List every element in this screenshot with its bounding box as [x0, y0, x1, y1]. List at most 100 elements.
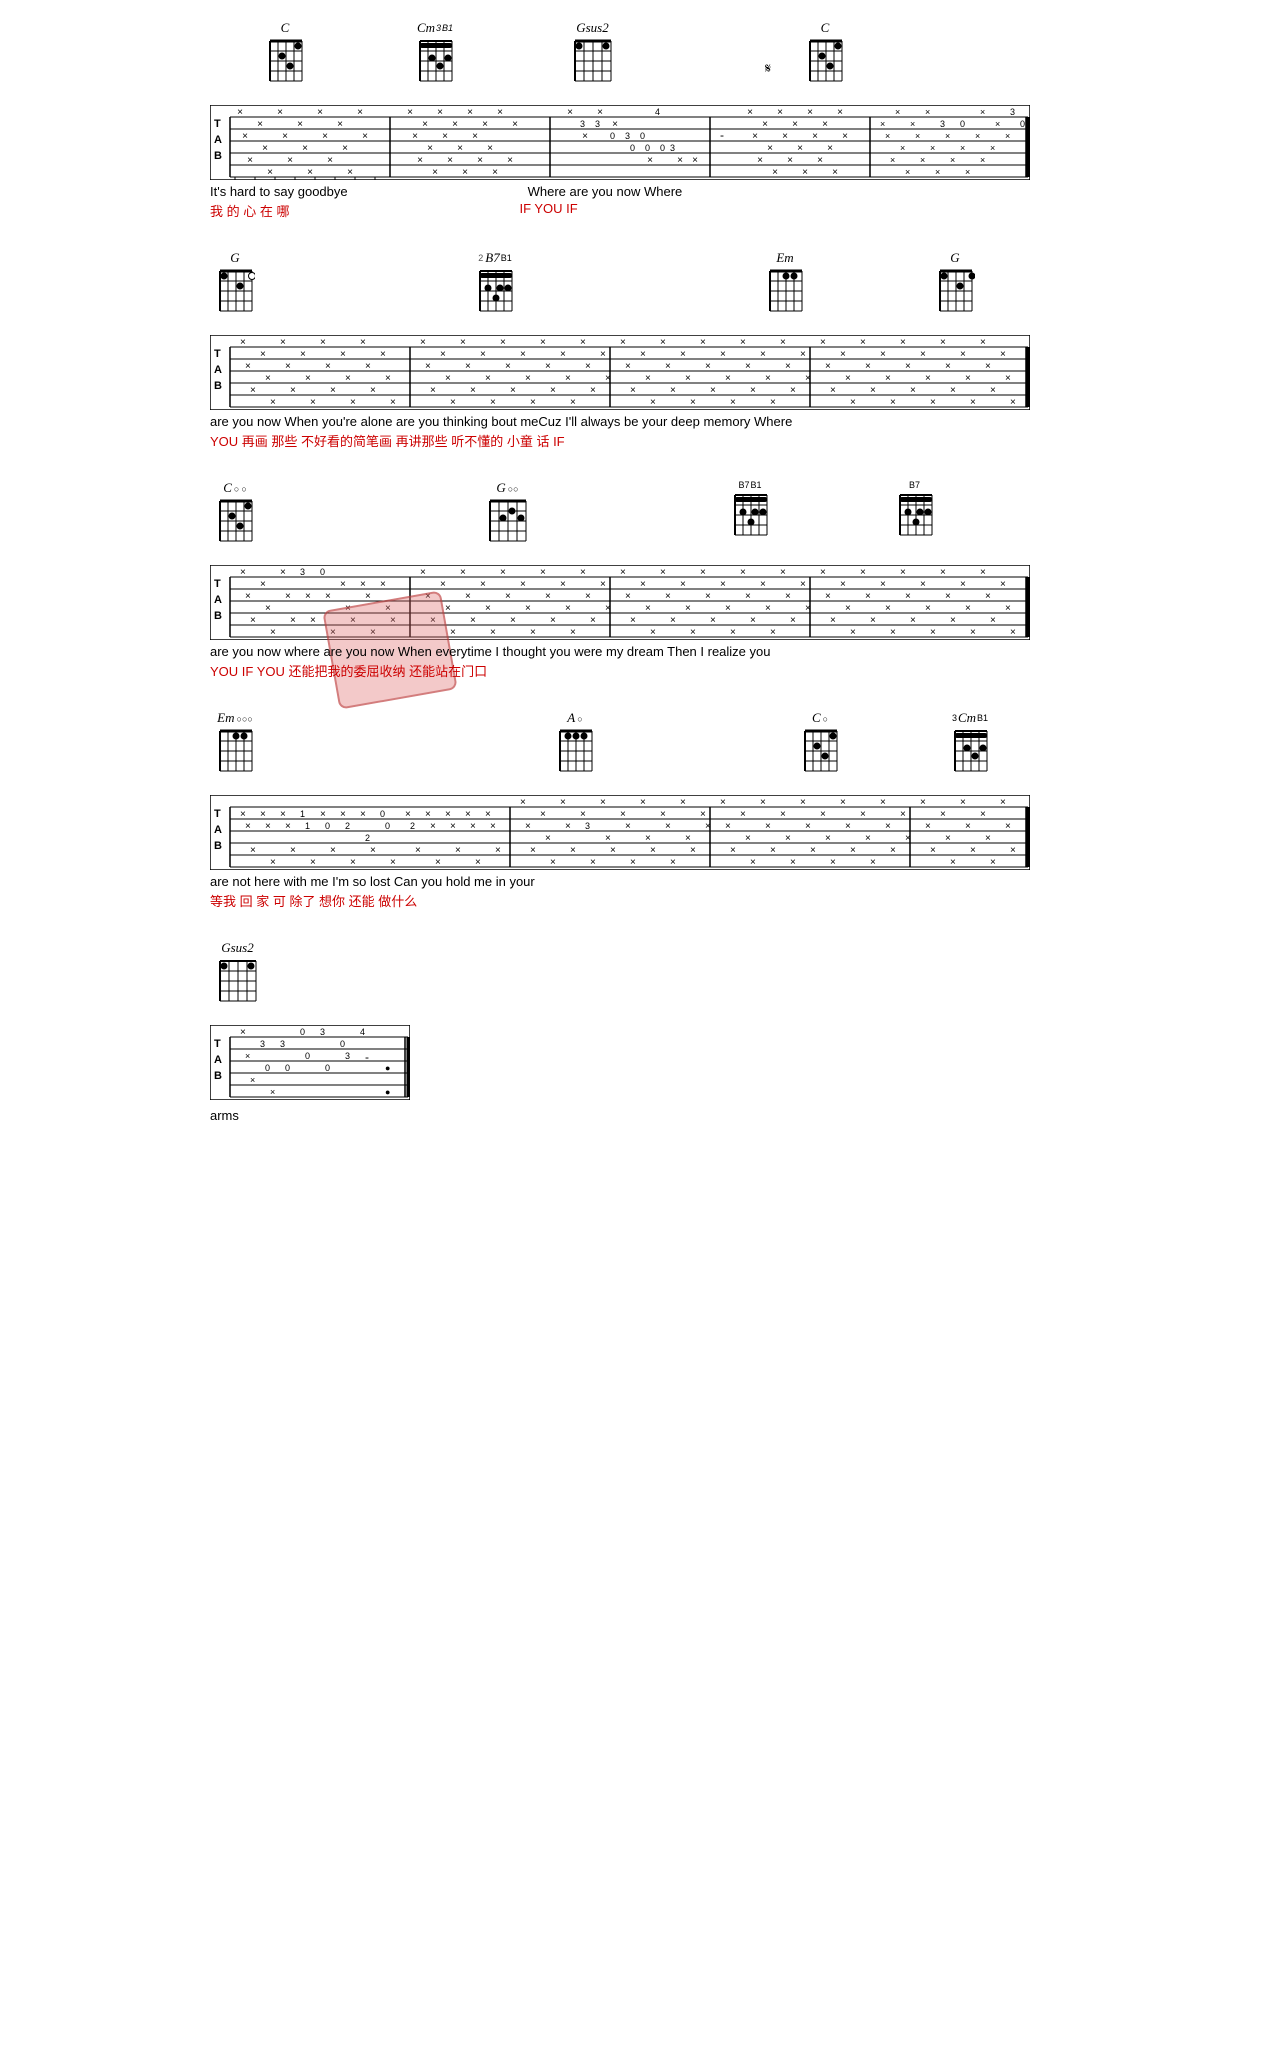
svg-text:×: × [465, 361, 471, 372]
svg-text:×: × [840, 579, 846, 590]
svg-text:T: T [214, 1038, 221, 1050]
svg-text:×: × [265, 603, 271, 614]
svg-text:×: × [530, 627, 536, 638]
chords-row-1: C [210, 20, 1070, 105]
chord-pos: 2 [478, 253, 483, 263]
svg-text:×: × [290, 615, 296, 626]
svg-text:-: - [365, 1050, 369, 1064]
svg-text:×: × [685, 833, 691, 844]
svg-text:×: × [245, 591, 251, 602]
svg-text:×: × [670, 615, 676, 626]
svg-text:×: × [820, 337, 826, 348]
svg-text:×: × [490, 821, 496, 832]
svg-text:×: × [965, 373, 971, 384]
svg-text:×: × [620, 337, 626, 348]
svg-text:×: × [285, 361, 291, 372]
svg-text:×: × [870, 615, 876, 626]
svg-text:×: × [905, 167, 910, 177]
svg-text:×: × [645, 833, 651, 844]
svg-text:×: × [510, 615, 516, 626]
svg-text:×: × [530, 397, 536, 408]
svg-text:×: × [590, 385, 596, 396]
svg-text:×: × [540, 567, 546, 578]
svg-text:×: × [430, 821, 436, 832]
svg-text:×: × [940, 809, 946, 820]
svg-text:×: × [900, 567, 906, 578]
svg-text:×: × [645, 603, 651, 614]
svg-text:0: 0 [325, 1063, 330, 1073]
svg-text:×: × [750, 615, 756, 626]
chord-name: B7 [485, 250, 499, 266]
svg-text:×: × [425, 809, 431, 820]
svg-text:×: × [290, 845, 296, 856]
svg-text:3: 3 [625, 131, 630, 141]
svg-text:×: × [480, 579, 486, 590]
lyric-en-text: arms [210, 1108, 239, 1123]
svg-text:×: × [457, 143, 463, 154]
svg-text:×: × [780, 809, 786, 820]
chord-em-2: Em ○○○ [215, 710, 255, 776]
svg-text:×: × [730, 397, 736, 408]
chord-diagram-svg [555, 726, 595, 776]
svg-text:×: × [752, 131, 758, 142]
svg-text:×: × [385, 373, 391, 384]
svg-text:×: × [330, 845, 336, 856]
svg-text:×: × [805, 603, 811, 614]
svg-text:×: × [880, 349, 886, 360]
svg-text:×: × [237, 107, 243, 118]
svg-text:3: 3 [280, 1039, 285, 1049]
chord-diagram-svg [215, 956, 260, 1006]
chord-name: C [821, 20, 830, 36]
chord-barre: B1 [442, 23, 453, 33]
lyrics-en-1: It's hard to say goodbye Where are you n… [210, 184, 1070, 199]
svg-text:×: × [1010, 397, 1016, 408]
svg-text:×: × [390, 397, 396, 408]
svg-text:×: × [880, 119, 885, 129]
svg-text:3: 3 [345, 1051, 350, 1061]
svg-text:4: 4 [655, 107, 660, 117]
svg-text:×: × [780, 337, 786, 348]
svg-text:0: 0 [320, 567, 325, 577]
svg-text:×: × [512, 119, 518, 130]
svg-text:3: 3 [1010, 107, 1015, 117]
svg-text:×: × [550, 385, 556, 396]
svg-text:×: × [470, 615, 476, 626]
svg-text:-: - [720, 128, 724, 142]
svg-text:×: × [505, 361, 511, 372]
svg-text:×: × [462, 167, 468, 178]
svg-text:×: × [730, 627, 736, 638]
svg-text:×: × [812, 131, 818, 142]
svg-text:×: × [1005, 603, 1011, 614]
svg-text:0: 0 [340, 1039, 345, 1049]
lyrics-cn-3: YOU IF YOU 还能把我的委屈收纳 还能站在门口 [210, 661, 1070, 680]
svg-text:×: × [665, 361, 671, 372]
svg-text:×: × [915, 131, 920, 141]
svg-text:×: × [360, 579, 366, 590]
svg-text:×: × [245, 361, 251, 372]
svg-text:×: × [885, 603, 891, 614]
svg-text:0: 0 [285, 1063, 290, 1073]
svg-text:×: × [762, 119, 768, 130]
chord-diagram-svg [265, 36, 305, 86]
svg-text:×: × [690, 397, 696, 408]
svg-text:×: × [845, 373, 851, 384]
svg-text:×: × [665, 821, 671, 832]
svg-text:×: × [950, 155, 955, 165]
svg-text:A: A [214, 1054, 222, 1066]
svg-text:×: × [370, 385, 376, 396]
svg-text:×: × [570, 845, 576, 856]
svg-text:×: × [612, 119, 618, 130]
svg-text:×: × [465, 809, 471, 820]
svg-text:×: × [390, 857, 396, 868]
svg-text:×: × [660, 567, 666, 578]
svg-text:×: × [540, 809, 546, 820]
svg-text:3: 3 [940, 119, 945, 129]
svg-text:0: 0 [305, 1051, 310, 1061]
svg-text:×: × [262, 143, 268, 154]
svg-text:×: × [270, 397, 276, 408]
svg-text:×: × [282, 131, 288, 142]
svg-text:×: × [360, 809, 366, 820]
svg-text:×: × [935, 167, 940, 177]
svg-text:×: × [455, 845, 461, 856]
chord-diagram-svg [805, 36, 845, 86]
